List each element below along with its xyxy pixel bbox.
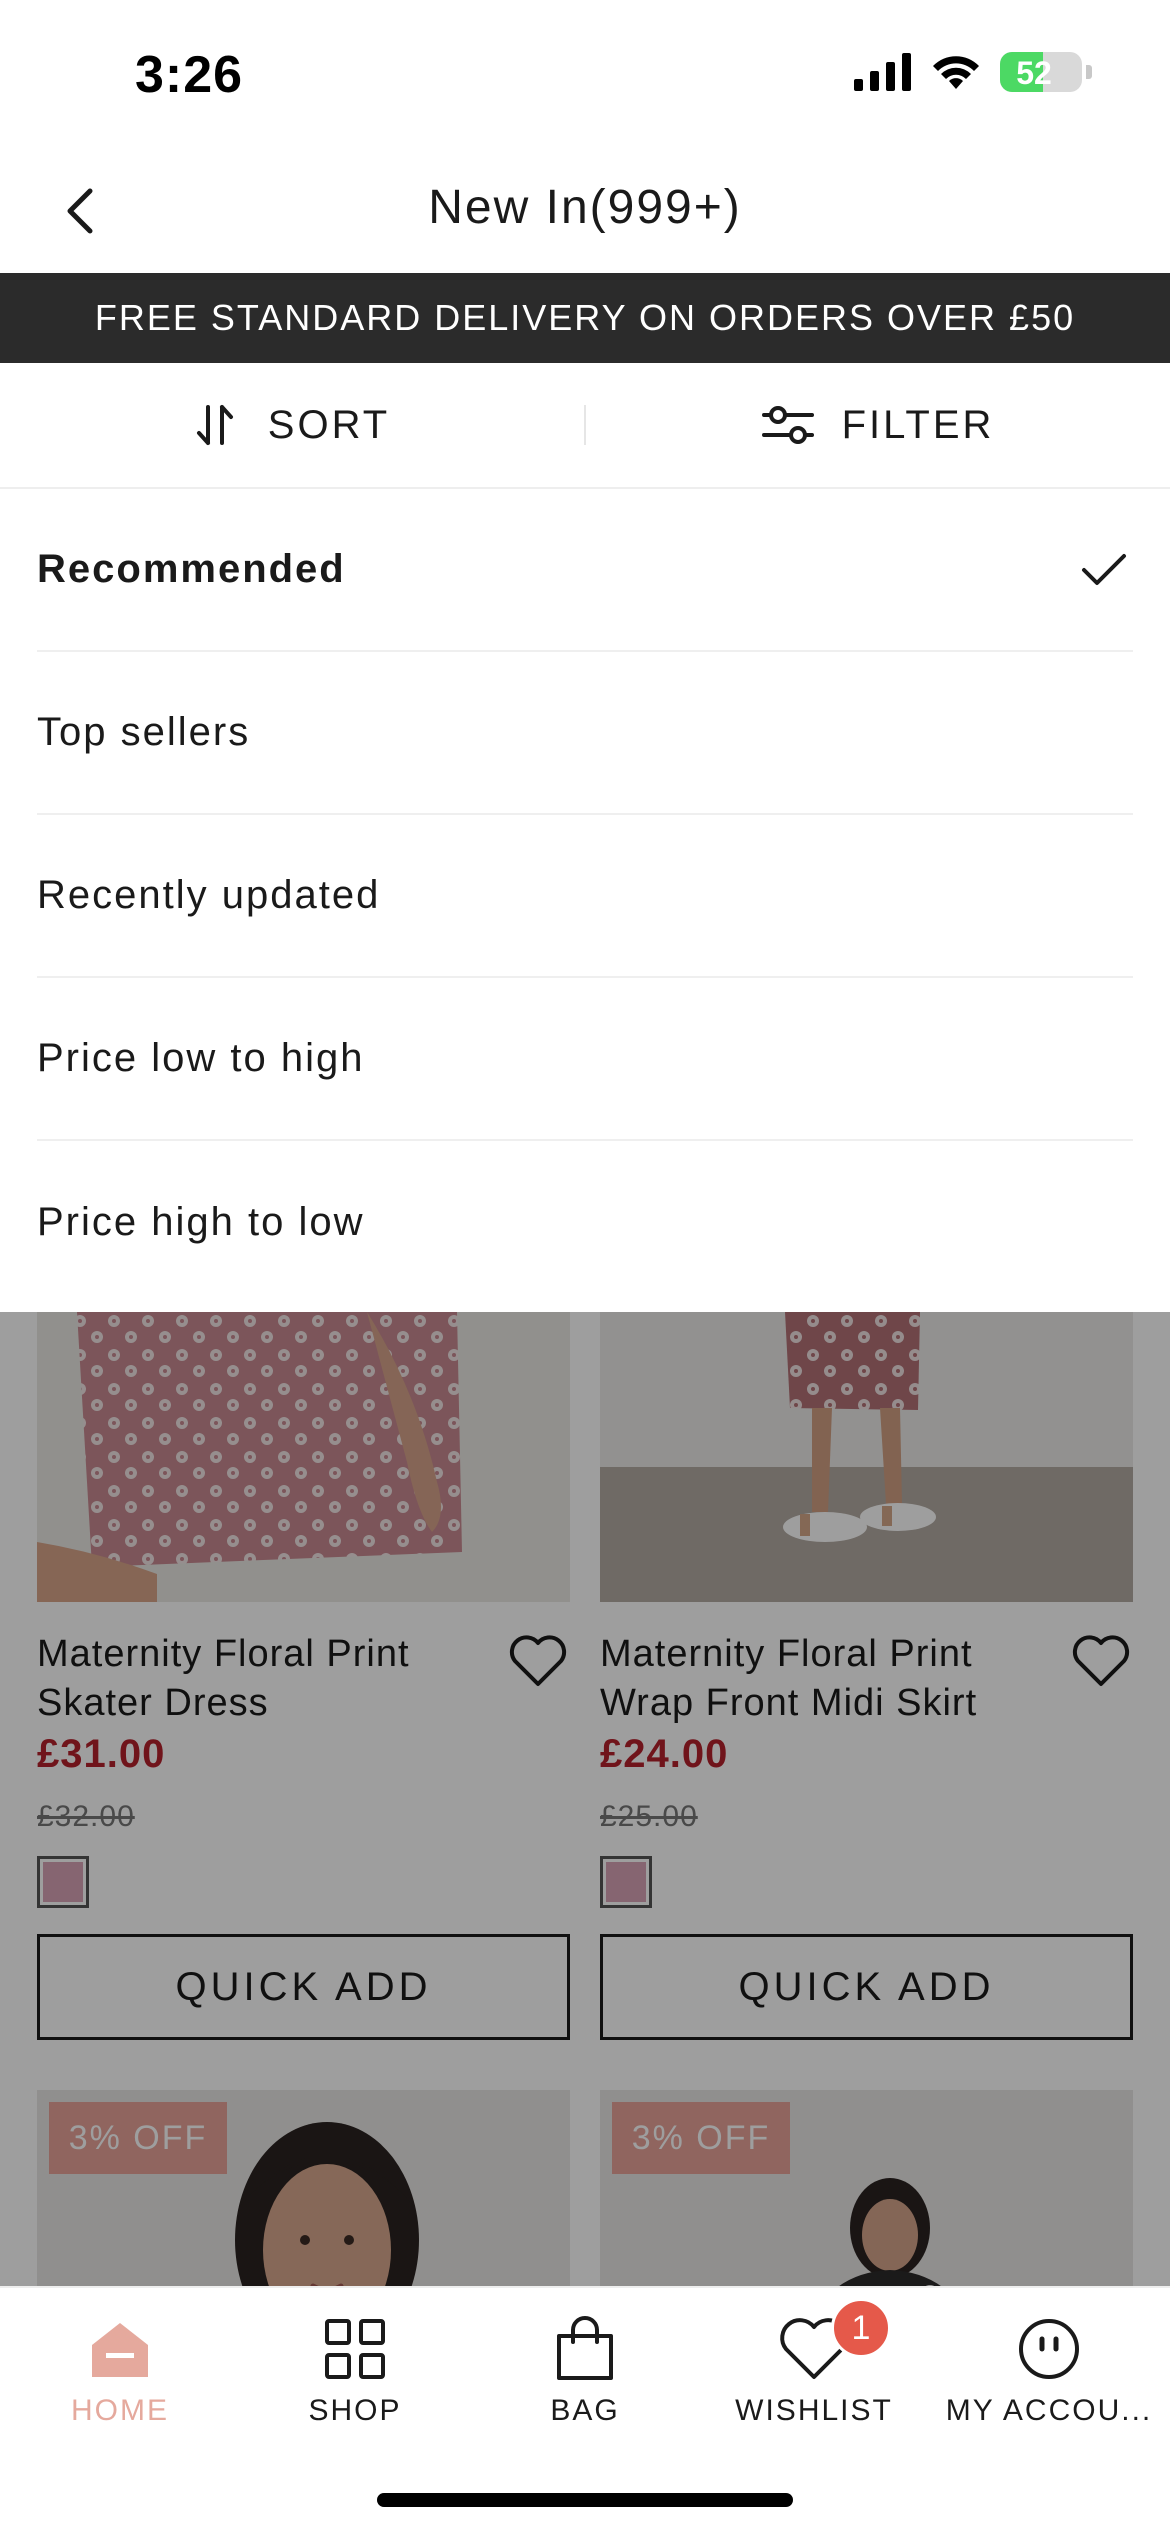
home-indicator[interactable] <box>377 2493 793 2507</box>
sort-filter-bar: SORT FILTER <box>0 363 1170 489</box>
tab-label: MY ACCOU... <box>945 2394 1153 2427</box>
home-icon <box>92 2323 148 2377</box>
nav-header: New In(999+) <box>0 150 1170 273</box>
filter-label: FILTER <box>841 402 995 447</box>
sort-option-price-low-high[interactable]: Price low to high <box>37 978 1133 1141</box>
sort-menu: Recommended Top sellers Recently updated… <box>0 489 1170 1312</box>
promo-banner[interactable]: FREE STANDARD DELIVERY ON ORDERS OVER £5… <box>0 273 1170 363</box>
tab-label: SHOP <box>308 2394 402 2427</box>
tab-label: HOME <box>71 2394 169 2427</box>
page-title: New In(999+) <box>428 181 742 234</box>
tab-wishlist[interactable]: 1 WISHLIST <box>697 2288 931 2448</box>
battery-level: 52 <box>1016 55 1052 91</box>
tab-shop[interactable]: SHOP <box>238 2288 472 2448</box>
grid-icon <box>325 2319 385 2379</box>
tab-bag[interactable]: BAG <box>468 2288 702 2448</box>
sort-label: SORT <box>267 402 391 447</box>
sort-option-recommended[interactable]: Recommended <box>37 489 1133 652</box>
sort-option-top-sellers[interactable]: Top sellers <box>37 652 1133 815</box>
tab-my-account[interactable]: MY ACCOU... <box>932 2288 1166 2448</box>
battery-charging-icon: 52 <box>1000 52 1082 92</box>
wishlist-count-badge: 1 <box>831 2298 891 2358</box>
sort-option-label: Top sellers <box>37 710 251 754</box>
sort-option-recently-updated[interactable]: Recently updated <box>37 815 1133 978</box>
sort-option-label: Recommended <box>37 547 346 591</box>
cellular-signal-icon <box>854 53 911 91</box>
status-bar: 3:26 52 <box>0 0 1170 150</box>
modal-dim-overlay[interactable] <box>0 1312 1170 2312</box>
wifi-icon <box>933 56 979 89</box>
tab-label: BAG <box>550 2394 620 2427</box>
status-icons: 52 <box>854 52 1092 92</box>
sort-option-label: Price high to low <box>37 1200 365 1244</box>
checkmark-icon <box>1082 553 1126 585</box>
sort-arrows-icon <box>196 405 233 445</box>
tab-home[interactable]: HOME <box>3 2288 237 2448</box>
tab-label: WISHLIST <box>735 2394 893 2427</box>
shopping-bag-icon <box>557 2316 613 2380</box>
sort-option-price-high-low[interactable]: Price high to low <box>37 1141 1133 1304</box>
sort-option-label: Recently updated <box>37 873 381 917</box>
account-icon <box>1019 2319 1079 2379</box>
status-time: 3:26 <box>135 46 244 104</box>
sort-button[interactable]: SORT <box>0 363 584 487</box>
sort-option-label: Price low to high <box>37 1036 365 1080</box>
sliders-icon <box>761 406 814 444</box>
filter-button[interactable]: FILTER <box>586 363 1170 487</box>
